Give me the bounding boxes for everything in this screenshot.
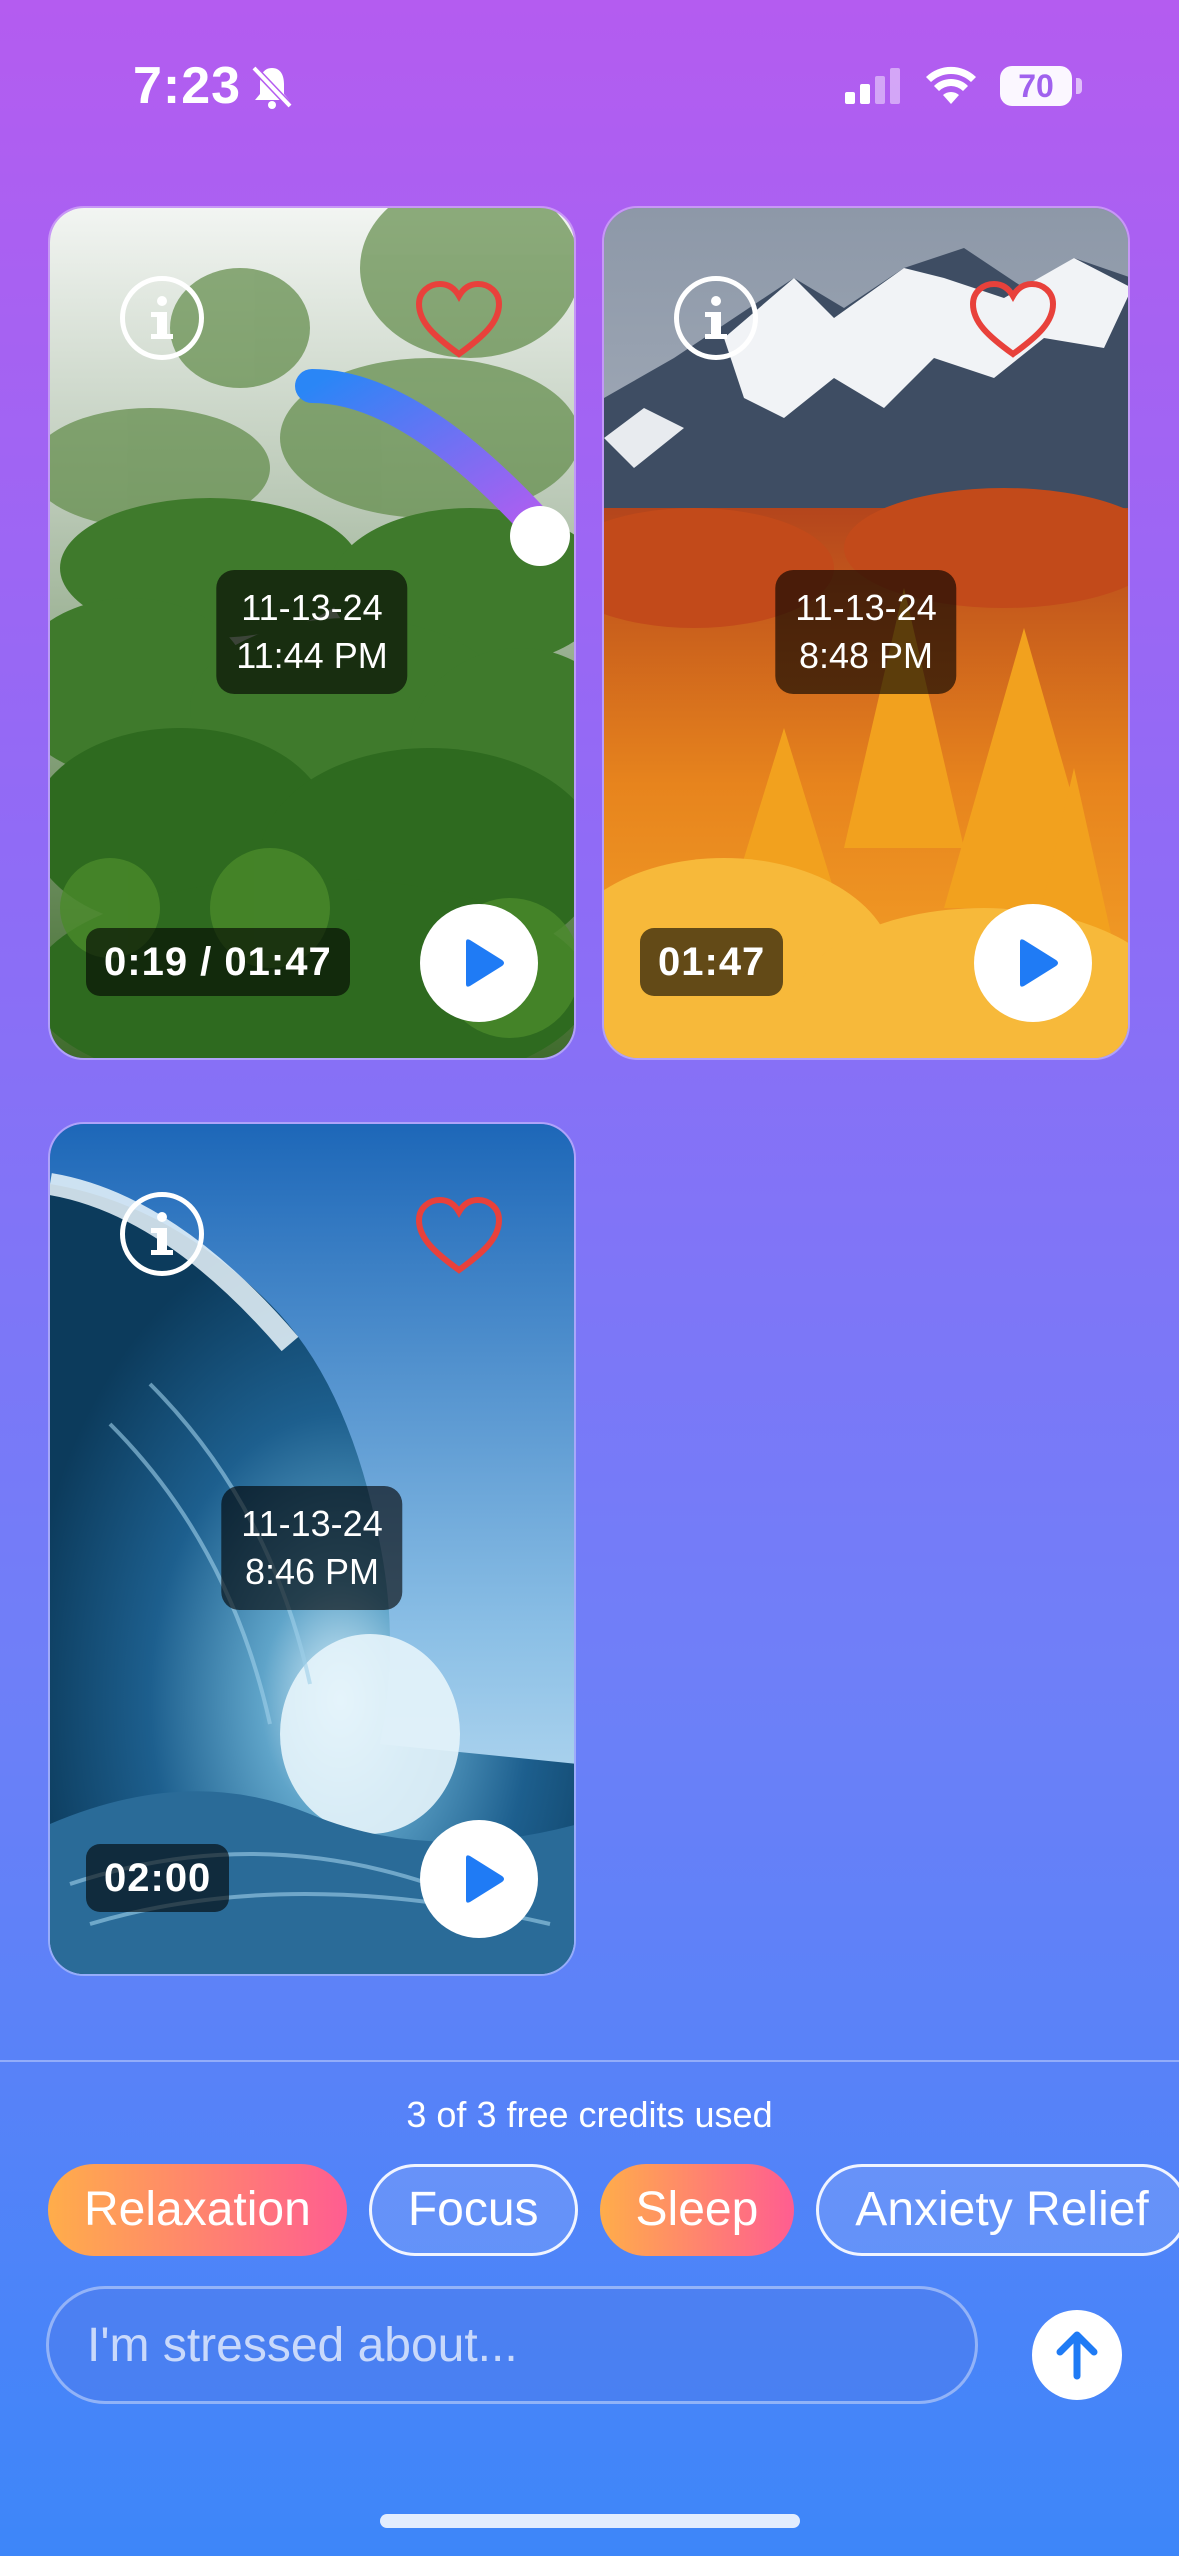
info-icon xyxy=(151,296,173,339)
home-indicator[interactable] xyxy=(380,2514,800,2528)
signal-icon xyxy=(845,68,900,104)
play-button[interactable] xyxy=(420,1820,538,1938)
heart-icon[interactable] xyxy=(968,280,1058,360)
play-button[interactable] xyxy=(420,904,538,1022)
battery-indicator: 70 xyxy=(1000,66,1072,106)
video-card-mountains[interactable]: 11-13-24 8:48 PM 01:47 xyxy=(602,206,1130,1060)
video-card-forest[interactable]: 11-13-24 11:44 PM 0:19 / 01:47 xyxy=(48,206,576,1060)
chip-sleep[interactable]: Sleep xyxy=(599,2164,795,2256)
divider xyxy=(0,2060,1179,2062)
duration-label: 0:19 / 01:47 xyxy=(86,928,350,996)
category-chips: Relaxation Focus Sleep Anxiety Relief xyxy=(48,2164,1179,2260)
chip-relaxation[interactable]: Relaxation xyxy=(48,2164,347,2256)
send-button[interactable] xyxy=(1032,2310,1122,2400)
play-icon xyxy=(466,939,504,987)
heart-icon[interactable] xyxy=(414,1196,504,1276)
date-time-label: 11-13-24 8:46 PM xyxy=(221,1486,403,1610)
info-button[interactable] xyxy=(120,1192,204,1276)
status-bar: 7:23 70 xyxy=(0,0,1179,170)
info-icon xyxy=(151,1212,173,1255)
card-time: 8:46 PM xyxy=(244,1551,380,1592)
heart-icon[interactable] xyxy=(414,280,504,360)
chip-focus[interactable]: Focus xyxy=(368,2164,578,2256)
card-time: 11:44 PM xyxy=(236,635,388,676)
battery-tip xyxy=(1076,78,1082,94)
arrow-up-icon xyxy=(1056,2331,1098,2380)
wifi-icon xyxy=(926,66,976,104)
play-icon xyxy=(466,1855,504,1903)
date-time-label: 11-13-24 11:44 PM xyxy=(216,570,408,694)
info-button[interactable] xyxy=(120,276,204,360)
prompt-input[interactable] xyxy=(46,2286,978,2404)
card-date: 11-13-24 xyxy=(241,587,383,628)
credits-status: 3 of 3 free credits used xyxy=(406,2094,773,2135)
play-button[interactable] xyxy=(974,904,1092,1022)
status-time: 7:23 xyxy=(133,57,242,115)
info-button[interactable] xyxy=(674,276,758,360)
chip-anxiety-relief[interactable]: Anxiety Relief xyxy=(816,2164,1179,2256)
info-icon xyxy=(705,296,727,339)
duration-label: 02:00 xyxy=(86,1844,230,1912)
card-date: 11-13-24 xyxy=(795,587,937,628)
card-time: 8:48 PM xyxy=(798,635,934,676)
video-card-wave[interactable]: 11-13-24 8:46 PM 02:00 xyxy=(48,1122,576,1976)
bell-slash-icon xyxy=(251,65,293,109)
card-date: 11-13-24 xyxy=(241,1503,383,1544)
date-time-label: 11-13-24 8:48 PM xyxy=(775,570,957,694)
play-icon xyxy=(1020,939,1058,987)
duration-label: 01:47 xyxy=(640,928,784,996)
